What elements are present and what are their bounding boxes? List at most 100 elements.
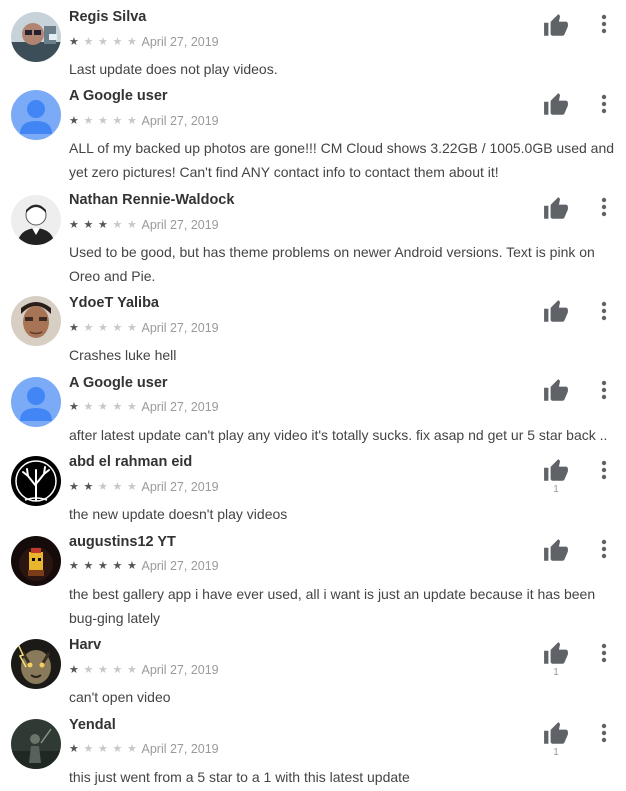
star-empty-icon: ★: [83, 35, 94, 48]
review-text: Used to be good, but has theme problems …: [69, 244, 595, 284]
star-empty-icon: ★: [83, 321, 94, 334]
helpful-count: 1: [553, 667, 559, 678]
star-empty-icon: ★: [98, 321, 108, 334]
avatar: [11, 639, 61, 689]
review-author: Yendal: [69, 717, 116, 733]
more-vert-icon[interactable]: [594, 195, 614, 219]
more-vert-icon[interactable]: [594, 458, 614, 482]
star-filled-icon: ★: [69, 742, 79, 755]
review-date: April 27, 2019: [141, 114, 219, 128]
star-filled-icon: ★: [69, 480, 79, 493]
star-empty-icon: ★: [127, 480, 137, 493]
star-rating: ★ ★ ★ ★ ★: [69, 218, 142, 232]
thumb-up-icon[interactable]: [543, 721, 569, 747]
star-empty-icon: ★: [127, 742, 137, 755]
review-date: April 27, 2019: [141, 400, 219, 414]
star-rating: ★ ★ ★ ★ ★: [69, 742, 142, 756]
star-rating: ★ ★ ★ ★ ★: [69, 114, 142, 128]
star-filled-icon: ★: [112, 559, 123, 572]
star-rating: ★ ★ ★ ★ ★: [69, 480, 142, 494]
star-empty-icon: ★: [112, 35, 123, 48]
star-empty-icon: ★: [112, 400, 123, 413]
star-empty-icon: ★: [98, 663, 108, 676]
star-rating: ★ ★ ★ ★ ★: [69, 559, 142, 573]
more-vert-icon[interactable]: [594, 92, 614, 116]
review-author: Nathan Rennie-Waldock: [69, 192, 235, 208]
review-date: April 27, 2019: [141, 742, 219, 756]
review-date: April 27, 2019: [141, 663, 219, 677]
avatar: [11, 195, 61, 245]
review-text: Last update does not play videos.: [69, 61, 278, 77]
star-filled-icon: ★: [69, 663, 79, 676]
star-empty-icon: ★: [127, 114, 137, 127]
thumb-up-icon[interactable]: [543, 538, 569, 564]
star-filled-icon: ★: [69, 400, 79, 413]
star-rating: ★ ★ ★ ★ ★: [69, 321, 142, 335]
review-text: this just went from a 5 star to a 1 with…: [69, 769, 410, 785]
review-text: Crashes luke hell: [69, 347, 177, 363]
star-filled-icon: ★: [69, 321, 79, 334]
avatar: [11, 719, 61, 769]
star-filled-icon: ★: [69, 114, 79, 127]
star-empty-icon: ★: [127, 321, 137, 334]
review-author: Harv: [69, 637, 102, 653]
star-rating: ★ ★ ★ ★ ★: [69, 663, 142, 677]
star-empty-icon: ★: [127, 35, 137, 48]
avatar: [11, 377, 61, 427]
review-date: April 27, 2019: [141, 480, 219, 494]
thumb-up-icon[interactable]: [543, 92, 569, 118]
review-author: A Google user: [69, 375, 168, 391]
review-author: YdoeT Yaliba: [69, 295, 159, 311]
star-filled-icon: ★: [98, 218, 108, 231]
star-empty-icon: ★: [112, 663, 123, 676]
review-date: April 27, 2019: [141, 321, 219, 335]
star-empty-icon: ★: [83, 400, 94, 413]
avatar: [11, 90, 61, 140]
star-empty-icon: ★: [98, 35, 108, 48]
rating-row: ★ ★ ★ ★ ★ April 27, 2019: [69, 400, 219, 414]
avatar: [11, 296, 61, 346]
more-vert-icon[interactable]: [594, 721, 614, 745]
star-filled-icon: ★: [83, 480, 94, 493]
star-empty-icon: ★: [112, 480, 123, 493]
star-filled-icon: ★: [69, 559, 79, 572]
review-author: augustins12 YT: [69, 534, 176, 550]
review-date: April 27, 2019: [141, 218, 219, 232]
more-vert-icon[interactable]: [594, 537, 614, 561]
thumb-up-icon[interactable]: [543, 458, 569, 484]
thumb-up-icon[interactable]: [543, 641, 569, 667]
review-author: Regis Silva: [69, 9, 147, 25]
star-empty-icon: ★: [98, 480, 108, 493]
star-filled-icon: ★: [83, 218, 94, 231]
star-empty-icon: ★: [98, 114, 108, 127]
thumb-up-icon[interactable]: [543, 299, 569, 325]
star-empty-icon: ★: [127, 400, 137, 413]
more-vert-icon[interactable]: [594, 12, 614, 36]
star-empty-icon: ★: [83, 114, 94, 127]
star-empty-icon: ★: [112, 114, 123, 127]
thumb-up-icon[interactable]: [543, 196, 569, 222]
review-text: can't open video: [69, 689, 171, 705]
helpful-count: 1: [553, 747, 559, 758]
avatar: [11, 456, 61, 506]
review-text: ALL of my backed up photos are gone!!! C…: [69, 140, 615, 180]
rating-row: ★ ★ ★ ★ ★ April 27, 2019: [69, 218, 219, 232]
review-text: the best gallery app i have ever used, a…: [69, 586, 596, 626]
star-empty-icon: ★: [83, 742, 94, 755]
more-vert-icon[interactable]: [594, 378, 614, 402]
rating-row: ★ ★ ★ ★ ★ April 27, 2019: [69, 321, 219, 335]
star-empty-icon: ★: [98, 400, 108, 413]
star-empty-icon: ★: [83, 663, 94, 676]
helpful-count: 1: [553, 484, 559, 495]
star-empty-icon: ★: [127, 218, 137, 231]
thumb-up-icon[interactable]: [543, 13, 569, 39]
review-text: the new update doesn't play videos: [69, 506, 288, 522]
thumb-up-icon[interactable]: [543, 378, 569, 404]
review-author: A Google user: [69, 88, 168, 104]
review-text: after latest update can't play any video…: [69, 427, 608, 443]
more-vert-icon[interactable]: [594, 641, 614, 665]
star-filled-icon: ★: [127, 559, 137, 572]
more-vert-icon[interactable]: [594, 299, 614, 323]
rating-row: ★ ★ ★ ★ ★ April 27, 2019: [69, 742, 219, 756]
star-rating: ★ ★ ★ ★ ★: [69, 35, 142, 49]
